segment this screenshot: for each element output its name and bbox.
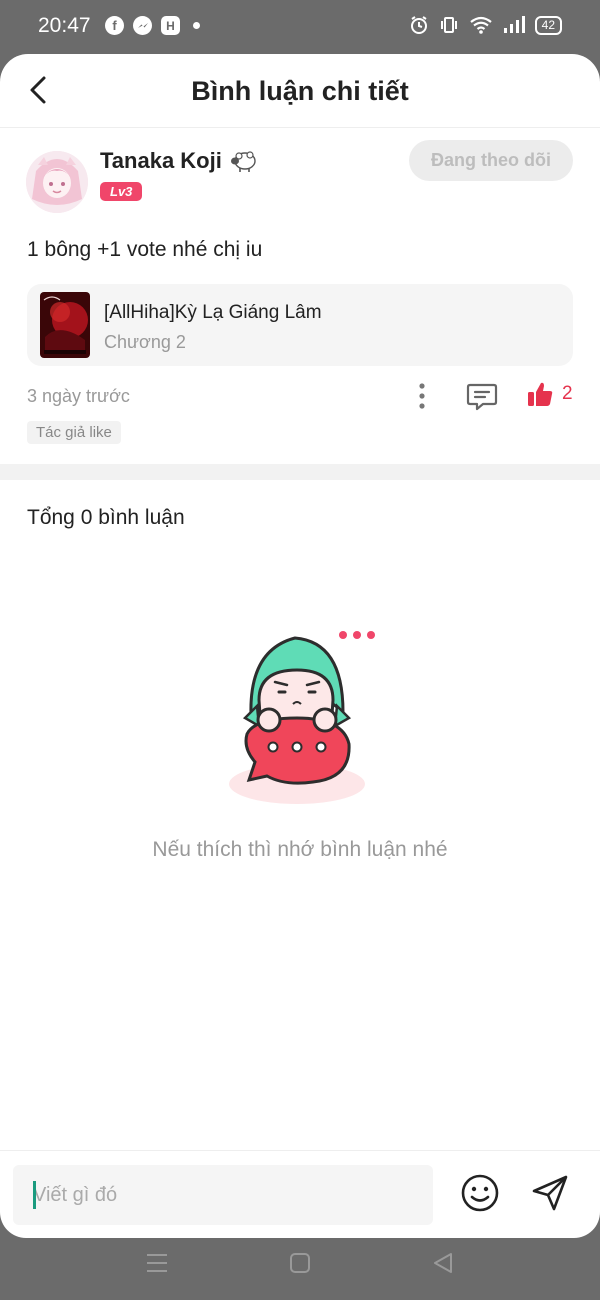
emoji-button[interactable] (460, 1173, 500, 1213)
menu-icon (147, 1254, 167, 1272)
empty-comments-text: Nếu thích thì nhớ bình luận nhé (152, 838, 448, 861)
status-time: 20:47 (38, 14, 91, 37)
like-count: 2 (562, 383, 573, 404)
system-navigation-bar (0, 1238, 600, 1300)
alarm-icon (410, 16, 427, 34)
send-button[interactable] (530, 1173, 570, 1213)
emoji-icon (461, 1174, 499, 1212)
reply-button[interactable] (466, 382, 498, 412)
author-like-tag: Tác giả like (27, 421, 121, 444)
recent-apps-button[interactable] (146, 1252, 168, 1274)
book-card[interactable]: [AllHiha]Kỳ Lạ Giáng Lâm Chương 2 (27, 284, 573, 366)
more-options-button[interactable] (412, 382, 432, 410)
text-cursor (33, 1181, 36, 1209)
comment-input[interactable] (13, 1165, 433, 1225)
triangle-back-icon (434, 1253, 452, 1273)
header: Bình luận chi tiết (0, 54, 600, 128)
wifi-icon (469, 16, 492, 34)
user-name-text: Tanaka Koji (100, 148, 222, 173)
notification-icons: f H (105, 16, 200, 35)
like-button[interactable]: 2 (526, 380, 573, 408)
home-square-icon (290, 1253, 310, 1273)
total-comments: Tổng 0 bình luận (27, 506, 185, 529)
send-icon (532, 1175, 568, 1211)
signal-icon (503, 16, 525, 33)
following-button[interactable]: Đang theo dõi (409, 140, 573, 181)
status-bar: 20:47 f H 42 (0, 0, 600, 54)
thumbs-up-icon (528, 382, 553, 406)
comment-detail-sheet: Bình luận chi tiết Tanaka Koji Lv3 Đang … (0, 54, 600, 1238)
more-notifications-dot (193, 22, 200, 29)
book-title: [AllHiha]Kỳ Lạ Giáng Lâm (104, 302, 322, 323)
app-notification-icon: H (161, 16, 180, 35)
system-back-button[interactable] (432, 1251, 454, 1275)
avatar[interactable] (26, 151, 88, 213)
empty-comments-illustration (225, 620, 385, 810)
comment-input-bar (0, 1150, 600, 1238)
sheep-icon (230, 151, 256, 172)
comment-text: 1 bông +1 vote nhé chị iu (27, 238, 263, 261)
section-divider (0, 464, 600, 480)
comment-time: 3 ngày trước (27, 386, 130, 406)
comment-icon (466, 383, 498, 411)
page-title: Bình luận chi tiết (191, 76, 409, 106)
battery-indicator: 42 (534, 15, 562, 35)
vibrate-icon (440, 17, 457, 33)
book-cover (40, 292, 90, 358)
more-vertical-icon (419, 383, 425, 409)
level-badge: Lv3 (100, 182, 143, 201)
book-chapter: Chương 2 (104, 332, 186, 352)
user-name[interactable]: Tanaka Koji (100, 148, 258, 174)
messenger-icon (133, 16, 152, 35)
system-icons: 42 (409, 15, 562, 35)
facebook-icon: f (105, 16, 124, 35)
home-button[interactable] (289, 1252, 311, 1274)
